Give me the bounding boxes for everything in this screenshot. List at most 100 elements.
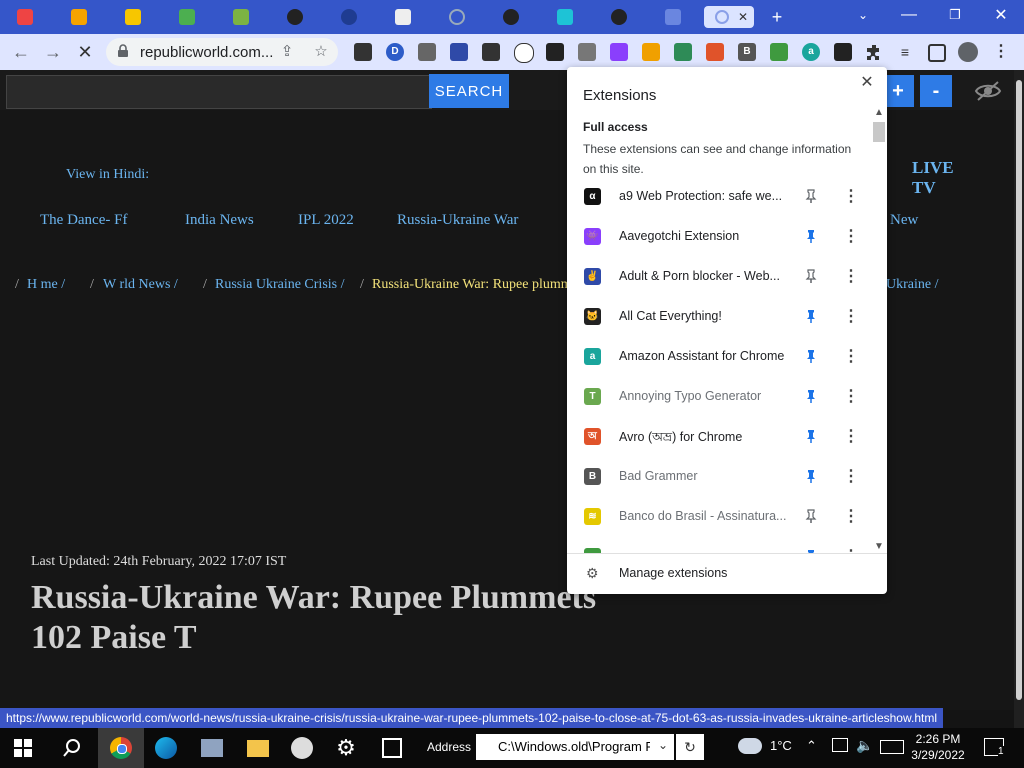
more-options-icon[interactable]: ⋮ xyxy=(843,347,859,367)
extension-row[interactable]: B Bad Grammer ⋮ xyxy=(567,457,873,497)
edge-icon[interactable] xyxy=(152,734,180,762)
amazon-icon[interactable]: a xyxy=(802,43,820,61)
extension-row[interactable]: α a9 Web Protection: safe we... ⋮ xyxy=(567,177,873,217)
bad-grammer-icon[interactable]: B xyxy=(738,43,756,61)
extensions-puzzle-icon[interactable] xyxy=(864,43,884,63)
tab-11[interactable] xyxy=(550,6,580,28)
extension-icon[interactable] xyxy=(674,43,692,61)
settings-gear-icon[interactable]: ⚙ xyxy=(332,734,360,762)
nav-link-new[interactable]: New xyxy=(890,212,918,229)
scroll-thumb[interactable] xyxy=(1016,80,1022,700)
clock-extension-icon[interactable] xyxy=(514,43,534,63)
tab-8[interactable] xyxy=(388,6,418,28)
nav-link-india-news[interactable]: India News xyxy=(185,212,254,229)
pin-outline-icon[interactable] xyxy=(805,269,817,283)
photos-icon[interactable] xyxy=(198,734,226,762)
more-options-icon[interactable]: ⋮ xyxy=(843,427,859,447)
extension-row[interactable]: অ Avro (অভ্র) for Chrome ⋮ xyxy=(567,417,873,457)
tab-5[interactable] xyxy=(226,6,256,28)
more-options-icon[interactable]: ⋮ xyxy=(843,267,859,287)
popup-scrollbar[interactable]: ▲ ▼ xyxy=(870,107,886,553)
bookmark-star-icon[interactable]: ☆ xyxy=(312,43,330,61)
bug-icon[interactable] xyxy=(482,43,500,61)
network-icon[interactable] xyxy=(832,738,848,752)
media-controls-icon[interactable]: ≡ xyxy=(896,43,914,61)
pin-filled-icon[interactable] xyxy=(805,229,817,243)
close-icon[interactable]: ✕ xyxy=(857,73,877,93)
extension-icon[interactable] xyxy=(578,43,596,61)
calendar-icon[interactable] xyxy=(378,734,406,762)
more-options-icon[interactable]: ⋮ xyxy=(843,227,859,247)
search-button[interactable]: SEARCH xyxy=(429,74,509,108)
pin-filled-icon[interactable] xyxy=(805,429,817,443)
tab-6[interactable] xyxy=(280,6,310,28)
nav-link-dance[interactable]: The Dance- Ff xyxy=(40,212,127,229)
breadcrumb-russia-ukraine-crisis[interactable]: Russia Ukraine Crisis / xyxy=(215,277,345,293)
tab-10[interactable] xyxy=(496,6,526,28)
extension-icon[interactable] xyxy=(770,43,788,61)
more-options-icon[interactable]: ⋮ xyxy=(843,387,859,407)
tab-search-icon[interactable]: ⌄ xyxy=(840,0,886,30)
game-controller-icon[interactable] xyxy=(288,734,316,762)
share-icon[interactable]: ⇪ xyxy=(278,43,296,61)
new-tab-button[interactable]: + xyxy=(762,6,792,28)
page-scrollbar[interactable] xyxy=(1014,70,1024,728)
extension-icon[interactable] xyxy=(354,43,372,61)
tab-1[interactable] xyxy=(10,6,40,28)
keyboard-icon[interactable] xyxy=(880,740,904,754)
breadcrumb-world-news[interactable]: W rld News / xyxy=(103,277,178,293)
breadcrumb-ukraine[interactable]: Ukraine / xyxy=(886,277,938,293)
forward-button[interactable]: → xyxy=(40,40,66,64)
windows-start-icon[interactable] xyxy=(14,739,32,757)
extension-icon[interactable] xyxy=(450,43,468,61)
pin-filled-icon[interactable] xyxy=(805,309,817,323)
chevron-down-icon[interactable]: ⌄ xyxy=(658,738,668,752)
zoom-out-button[interactable]: - xyxy=(920,75,952,107)
extension-row[interactable]: ≋ Banco do Brasil - Assinatura... ⋮ xyxy=(567,497,873,537)
cat-icon[interactable] xyxy=(834,43,852,61)
close-tab-icon[interactable]: ✕ xyxy=(736,10,750,24)
extension-row[interactable]: T Annoying Typo Generator ⋮ xyxy=(567,377,873,417)
volume-icon[interactable]: 🔈 xyxy=(856,737,873,754)
live-tv-link[interactable]: LIVE TV xyxy=(912,158,954,198)
tab-active[interactable]: ✕ xyxy=(704,6,754,28)
extension-row[interactable]: 👾 Aavegotchi Extension ⋮ xyxy=(567,217,873,257)
extension-icon[interactable] xyxy=(642,43,660,61)
nav-link-ipl[interactable]: IPL 2022 xyxy=(298,212,354,229)
menu-kebab-icon[interactable]: ⋮ xyxy=(992,43,1010,61)
tab-3[interactable] xyxy=(118,6,148,28)
tab-2[interactable] xyxy=(64,6,94,28)
extension-row[interactable]: ✌ Adult & Porn blocker - Web... ⋮ xyxy=(567,257,873,297)
search-icon[interactable] xyxy=(62,738,82,758)
close-window-button[interactable]: ✕ xyxy=(978,0,1024,30)
extension-icon[interactable] xyxy=(418,43,436,61)
extension-row[interactable]: 🐱 All Cat Everything! ⋮ xyxy=(567,297,873,337)
aavegotchi-icon[interactable] xyxy=(610,43,628,61)
more-options-icon[interactable]: ⋮ xyxy=(843,307,859,327)
more-options-icon[interactable]: ⋮ xyxy=(843,467,859,487)
extension-icon[interactable]: D xyxy=(386,43,404,61)
extension-row[interactable]: ⋮ xyxy=(567,537,873,553)
pin-filled-icon[interactable] xyxy=(805,469,817,483)
tab-13[interactable] xyxy=(658,6,688,28)
chrome-taskbar-button[interactable] xyxy=(98,728,144,768)
extension-icon[interactable] xyxy=(546,43,564,61)
stop-button[interactable]: ✕ xyxy=(72,40,98,64)
chevron-up-icon[interactable]: ⌃ xyxy=(806,738,817,754)
clock[interactable]: 2:26 PM 3/29/2022 xyxy=(910,731,966,763)
tab-9[interactable] xyxy=(442,6,472,28)
refresh-icon[interactable]: ↻ xyxy=(676,734,704,760)
tab-4[interactable] xyxy=(172,6,202,28)
manage-extensions-link[interactable]: Manage extensions xyxy=(619,566,727,580)
more-options-icon[interactable]: ⋮ xyxy=(843,507,859,527)
eye-slash-icon[interactable] xyxy=(974,80,1002,102)
pin-filled-icon[interactable] xyxy=(805,389,817,403)
pin-filled-icon[interactable] xyxy=(805,349,817,363)
search-input[interactable] xyxy=(6,75,432,109)
profile-avatar[interactable] xyxy=(958,42,978,62)
file-explorer-icon[interactable] xyxy=(244,734,272,762)
scroll-up-icon[interactable]: ▲ xyxy=(873,107,885,119)
address-toolbar-input[interactable]: C:\Windows.old\Program Fil ⌄ xyxy=(476,734,674,760)
extension-row[interactable]: a Amazon Assistant for Chrome ⋮ xyxy=(567,337,873,377)
address-bar[interactable]: republicworld.com... ⇪ ☆ xyxy=(106,38,338,66)
